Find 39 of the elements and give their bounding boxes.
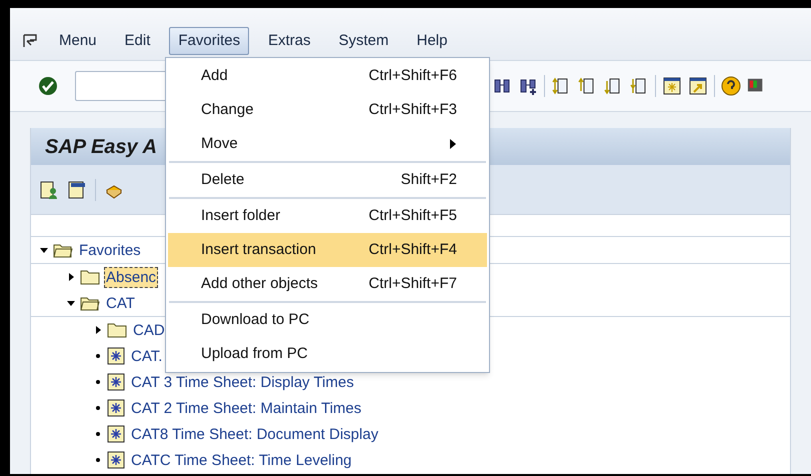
submenu-arrow-icon (449, 139, 457, 149)
menu-bar-item[interactable]: System (330, 26, 398, 56)
bullet-icon (93, 377, 103, 387)
user-menu-icon[interactable] (39, 180, 59, 200)
menu-bar-item[interactable]: Edit (116, 26, 160, 56)
dropdown-entry[interactable]: Download to PC (168, 303, 487, 337)
new-session-icon[interactable] (662, 76, 682, 96)
tree-item[interactable]: CAD (131, 320, 167, 340)
help-icon[interactable] (721, 76, 741, 96)
check-icon[interactable] (38, 76, 58, 96)
dropdown-entry[interactable]: Move (168, 127, 487, 161)
collapsed-arrow-icon[interactable] (66, 272, 76, 282)
expanded-arrow-icon[interactable] (39, 245, 49, 255)
dropdown-entry[interactable]: Upload from PC (168, 337, 487, 371)
tree-item[interactable]: CAT 2 Time Sheet: Maintain Times (129, 398, 364, 418)
tree-item[interactable]: CATC Time Sheet: Time Leveling (129, 450, 354, 470)
menu-bar-item[interactable]: Help (408, 26, 456, 56)
tree-item[interactable]: CAT8 Time Sheet: Document Display (129, 424, 380, 444)
bullet-icon (93, 351, 103, 361)
sap-menu-icon[interactable] (67, 180, 87, 200)
tree-item[interactable]: Favorites (77, 240, 143, 260)
bullet-icon (93, 429, 103, 439)
menu-bar-item[interactable]: Extras (259, 26, 320, 56)
dropdown-entry[interactable]: Add other objects Ctrl+Shift+F7 (168, 267, 487, 301)
tree-item[interactable]: CAT. (129, 346, 164, 366)
dropdown-entry[interactable]: Insert folder Ctrl+Shift+F5 (168, 199, 487, 233)
dropdown-entry[interactable]: Insert transaction Ctrl+Shift+F4 (168, 233, 487, 267)
tree-item[interactable]: CAT 3 Time Sheet: Display Times (129, 372, 356, 392)
menu-bar-item[interactable]: Menu (50, 26, 106, 56)
screen-title: SAP Easy A (45, 134, 157, 160)
menu-bar-item[interactable]: Favorites (169, 26, 250, 56)
expanded-arrow-icon[interactable] (66, 298, 76, 308)
collapsed-arrow-icon[interactable] (93, 325, 103, 335)
dropdown-entry[interactable]: Change Ctrl+Shift+F3 (168, 93, 487, 127)
bullet-icon (93, 403, 103, 413)
tree-item[interactable]: Absenc (104, 266, 158, 288)
bullet-icon (93, 455, 103, 465)
tree-item[interactable]: CAT (104, 292, 137, 314)
shortcut-icon[interactable] (688, 76, 708, 96)
